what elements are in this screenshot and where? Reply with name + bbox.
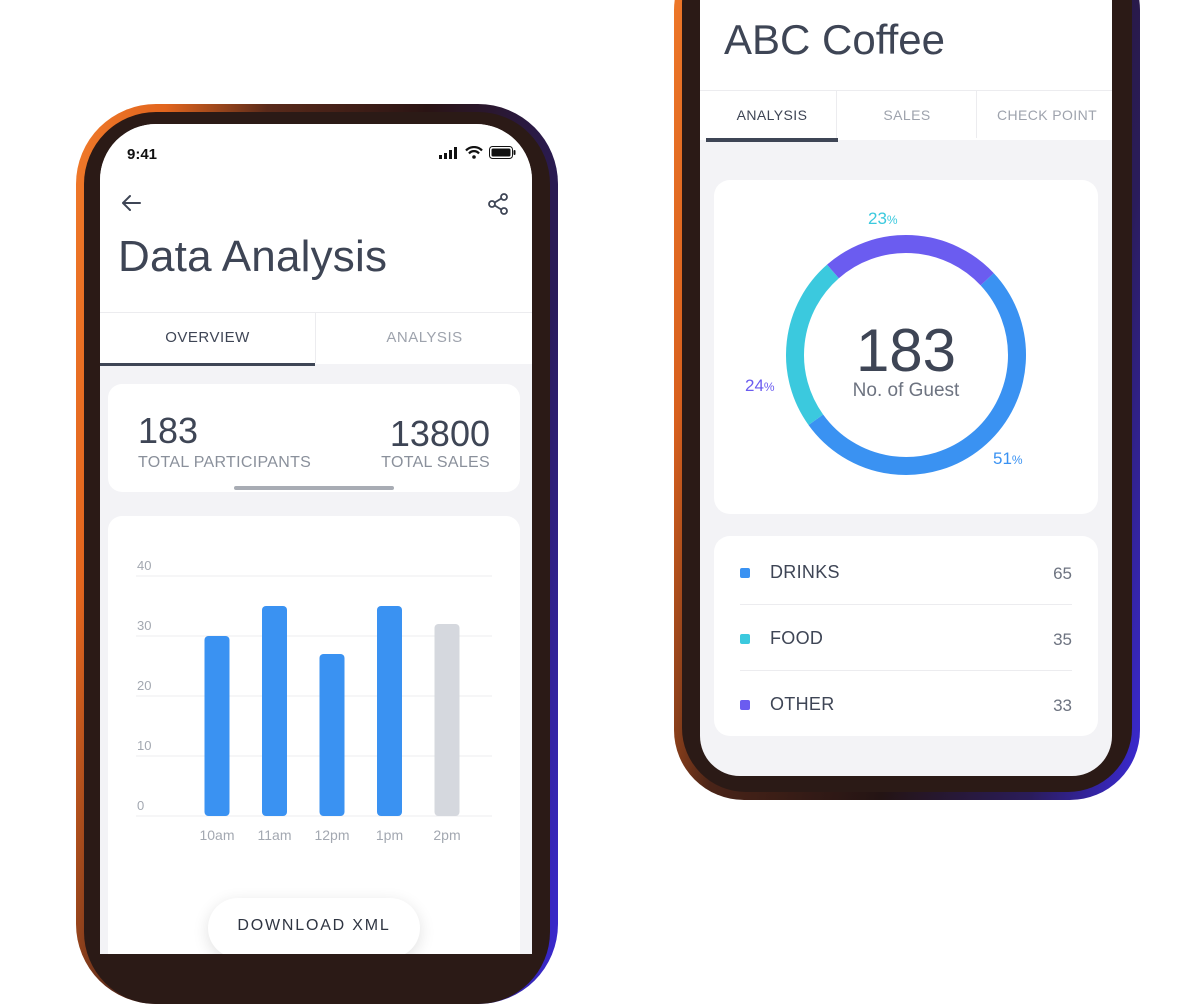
- pct-drinks-suffix: %: [1011, 453, 1023, 467]
- tab-sales[interactable]: SALES: [836, 91, 977, 138]
- tab-analysis[interactable]: ANALYSIS: [706, 91, 838, 142]
- bar[interactable]: [262, 606, 287, 816]
- participants-value: 183: [138, 410, 199, 451]
- tab-bar: ANALYSIS SALES CHECK POINT: [700, 90, 1112, 142]
- y-tick-label: 0: [137, 798, 144, 813]
- x-tick-label: 10am: [199, 827, 234, 843]
- bar[interactable]: [377, 606, 402, 816]
- legend-label: FOOD: [770, 628, 824, 648]
- pct-food-value: 23: [868, 209, 887, 228]
- drinks-color-dot: [740, 568, 750, 578]
- bar-chart: 0 10 20 30 40 10am 11am 12pm 1pm 2pm: [136, 558, 492, 843]
- participants-label: TOTAL PARTICIPANTS: [138, 454, 312, 471]
- donut-card: 23% 24% 51% 183 No. of Guest: [714, 180, 1098, 514]
- legend-label: OTHER: [770, 694, 835, 714]
- sales-label: TOTAL SALES: [381, 454, 490, 471]
- legend-value: 65: [1053, 564, 1072, 583]
- tab-bar: OVERVIEW ANALYSIS: [100, 312, 532, 366]
- list-item[interactable]: DRINKS 65: [740, 538, 1072, 605]
- tab-overview[interactable]: OVERVIEW: [100, 313, 315, 366]
- bar-chart-card: 0 10 20 30 40 10am 11am 12pm 1pm 2pm: [108, 516, 520, 954]
- legend-value: 33: [1053, 696, 1072, 715]
- pct-food-suffix: %: [886, 213, 898, 227]
- legend-label: DRINKS: [770, 562, 840, 582]
- signal-icon: [439, 146, 457, 159]
- x-tick-label: 2pm: [433, 827, 460, 843]
- y-tick-label: 30: [137, 618, 151, 633]
- pct-drinks: 51%: [993, 449, 1023, 469]
- page-title: Data Analysis: [118, 232, 388, 281]
- y-tick-label: 20: [137, 678, 151, 693]
- app-title: ABC Coffee: [724, 16, 946, 63]
- share-icon[interactable]: [486, 192, 510, 216]
- legend-card: DRINKS 65 FOOD 35 OTHER 33: [714, 536, 1098, 736]
- bar[interactable]: [319, 654, 345, 816]
- x-tick-label: 12pm: [314, 827, 349, 843]
- tab-analysis[interactable]: ANALYSIS: [315, 313, 532, 363]
- other-color-dot: [740, 700, 750, 710]
- scroll-indicator[interactable]: [234, 486, 394, 490]
- battery-icon: [489, 146, 516, 159]
- list-item[interactable]: OTHER 33: [740, 670, 1072, 736]
- pct-food: 23%: [868, 209, 898, 229]
- guest-count: 183: [855, 317, 957, 384]
- right-phone-screen: ABC Coffee ANALYSIS SALES CHECK POINT 23…: [700, 0, 1112, 776]
- wifi-icon: [465, 146, 483, 159]
- header: ABC Coffee ANALYSIS SALES CHECK POINT: [700, 0, 1112, 142]
- back-arrow-icon[interactable]: [118, 190, 144, 216]
- bar[interactable]: [204, 636, 230, 816]
- donut-segment[interactable]: [827, 235, 994, 286]
- bar[interactable]: [434, 624, 460, 816]
- guest-label: No. of Guest: [852, 380, 960, 401]
- list-item[interactable]: FOOD 35: [740, 604, 1072, 671]
- status-time: 9:41: [127, 146, 158, 163]
- pct-drinks-value: 51: [993, 449, 1012, 468]
- x-tick-label: 11am: [258, 827, 292, 843]
- status-bar: 9:41: [127, 144, 516, 164]
- left-phone-screen: 9:41 Data Analysis OVERVIEW ANALYSIS 183…: [100, 124, 532, 954]
- sales-value: 13800: [389, 413, 490, 454]
- x-tick-label: 1pm: [376, 827, 403, 843]
- header: 9:41 Data Analysis OVERVIEW ANALYSIS: [100, 124, 532, 366]
- y-tick-label: 40: [137, 558, 151, 573]
- stats-card: 183 TOTAL PARTICIPANTS 13800 TOTAL SALES: [108, 384, 520, 492]
- legend-value: 35: [1053, 630, 1072, 649]
- tab-check-point[interactable]: CHECK POINT: [976, 91, 1112, 138]
- y-tick-label: 10: [137, 738, 151, 753]
- food-color-dot: [740, 634, 750, 644]
